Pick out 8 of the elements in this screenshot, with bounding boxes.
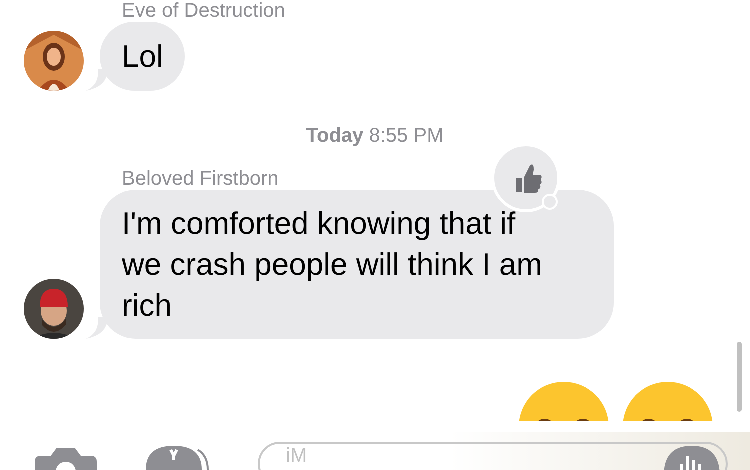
message-bubble[interactable]: I'm comforted knowing that if we crash people will think I am rich: [100, 190, 614, 339]
camera-icon[interactable]: [35, 448, 97, 470]
timestamp: Today 8:55 PM: [305, 125, 445, 148]
sender-name: Beloved Firstborn: [122, 168, 280, 190]
message-bubble[interactable]: Lol: [100, 22, 186, 91]
audio-waveform-icon[interactable]: [664, 446, 720, 470]
scrollbar[interactable]: [737, 342, 742, 412]
sender-name: Eve of Destruction: [122, 0, 286, 22]
